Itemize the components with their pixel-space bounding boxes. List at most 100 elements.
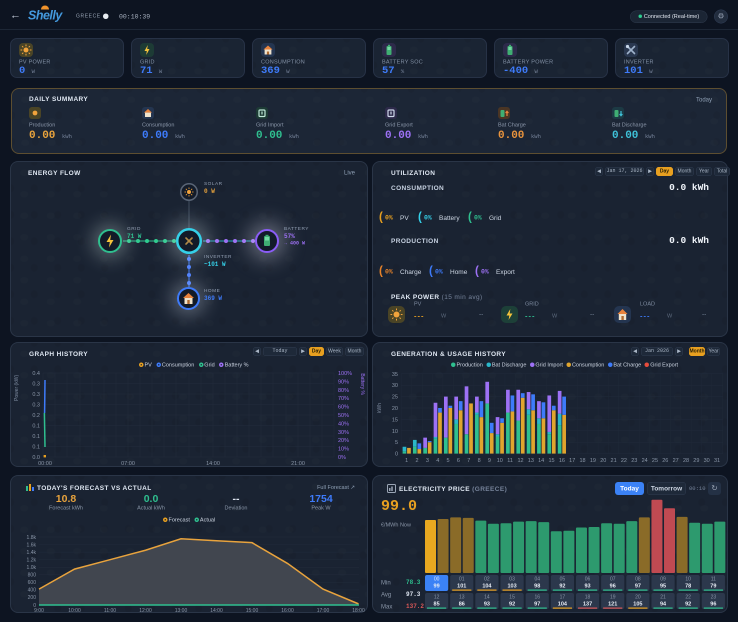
svg-text:28: 28 — [683, 458, 689, 464]
svg-text:5: 5 — [447, 458, 450, 464]
svg-text:9: 9 — [488, 458, 491, 464]
svg-text:5: 5 — [395, 440, 398, 446]
svg-text:105: 105 — [633, 602, 642, 608]
svg-text:10: 10 — [685, 577, 691, 583]
svg-text:01: 01 — [459, 577, 465, 583]
svg-text:14:00: 14:00 — [206, 461, 220, 467]
svg-text:0.3: 0.3 — [32, 392, 40, 398]
svg-text:1.6k: 1.6k — [27, 542, 37, 548]
svg-text:20: 20 — [392, 406, 398, 412]
svg-text:0.3: 0.3 — [32, 382, 40, 388]
svg-text:22: 22 — [685, 595, 691, 601]
svg-text:02: 02 — [484, 577, 490, 583]
svg-text:21: 21 — [611, 458, 617, 464]
svg-text:15: 15 — [509, 595, 515, 601]
svg-text:31: 31 — [714, 458, 720, 464]
svg-text:07:00: 07:00 — [121, 461, 135, 467]
svg-text:21: 21 — [660, 595, 666, 601]
svg-text:93: 93 — [484, 602, 490, 608]
svg-text:1.0k: 1.0k — [27, 565, 37, 571]
svg-text:6: 6 — [457, 458, 460, 464]
svg-text:29: 29 — [693, 458, 699, 464]
svg-text:19: 19 — [590, 458, 596, 464]
svg-text:600: 600 — [28, 580, 37, 586]
svg-text:94: 94 — [660, 602, 667, 608]
svg-text:16:00: 16:00 — [281, 608, 294, 614]
svg-text:26: 26 — [662, 458, 668, 464]
svg-text:12:00: 12:00 — [139, 608, 152, 614]
svg-text:14: 14 — [538, 458, 544, 464]
svg-text:4: 4 — [436, 458, 439, 464]
svg-text:21:00: 21:00 — [291, 461, 305, 467]
svg-text:17: 17 — [560, 595, 566, 601]
svg-text:40%: 40% — [338, 421, 349, 427]
svg-text:13:00: 13:00 — [175, 608, 188, 614]
svg-text:97: 97 — [635, 584, 641, 590]
svg-text:400: 400 — [28, 588, 37, 594]
svg-text:0%: 0% — [338, 455, 346, 461]
svg-text:7: 7 — [467, 458, 470, 464]
svg-text:17: 17 — [569, 458, 575, 464]
svg-text:2: 2 — [416, 458, 419, 464]
svg-text:3: 3 — [426, 458, 429, 464]
svg-text:0: 0 — [395, 452, 398, 458]
svg-text:19: 19 — [610, 595, 616, 601]
svg-text:13: 13 — [528, 458, 534, 464]
svg-text:18: 18 — [585, 595, 591, 601]
svg-text:92: 92 — [685, 602, 691, 608]
svg-text:86: 86 — [459, 602, 465, 608]
svg-text:50%: 50% — [338, 413, 349, 419]
svg-text:10: 10 — [392, 429, 398, 435]
svg-text:23: 23 — [631, 458, 637, 464]
svg-text:0.1: 0.1 — [32, 445, 40, 451]
svg-text:1.4k: 1.4k — [27, 550, 37, 556]
svg-text:30: 30 — [704, 458, 710, 464]
svg-text:22: 22 — [621, 458, 627, 464]
svg-text:92: 92 — [509, 602, 515, 608]
svg-text:101: 101 — [457, 584, 466, 590]
svg-text:20%: 20% — [338, 438, 349, 444]
svg-text:80%: 80% — [338, 388, 349, 394]
svg-text:1.8k: 1.8k — [27, 535, 37, 541]
svg-text:1: 1 — [405, 458, 408, 464]
svg-text:104: 104 — [482, 584, 492, 590]
svg-text:18: 18 — [579, 458, 585, 464]
svg-text:16: 16 — [534, 595, 540, 601]
svg-text:10%: 10% — [338, 447, 349, 453]
svg-text:00: 00 — [434, 577, 440, 583]
svg-text:12: 12 — [517, 458, 523, 464]
svg-text:11: 11 — [507, 458, 513, 464]
svg-text:96: 96 — [610, 584, 616, 590]
svg-text:15:00: 15:00 — [246, 608, 259, 614]
svg-text:98: 98 — [534, 584, 540, 590]
svg-text:99: 99 — [434, 584, 440, 590]
svg-text:12: 12 — [434, 595, 440, 601]
svg-text:23: 23 — [711, 595, 717, 601]
svg-text:35: 35 — [392, 372, 398, 378]
svg-text:0.1: 0.1 — [32, 434, 40, 440]
svg-text:09: 09 — [660, 577, 666, 583]
svg-text:0.1: 0.1 — [32, 424, 40, 430]
svg-text:70%: 70% — [338, 396, 349, 402]
svg-text:11:00: 11:00 — [104, 608, 116, 614]
svg-text:03: 03 — [509, 577, 515, 583]
svg-text:92: 92 — [559, 584, 565, 590]
svg-text:08: 08 — [635, 577, 641, 583]
svg-text:06: 06 — [585, 577, 591, 583]
svg-text:0.3: 0.3 — [32, 403, 40, 409]
svg-text:103: 103 — [507, 584, 516, 590]
svg-text:17:00: 17:00 — [317, 608, 330, 614]
svg-text:16: 16 — [559, 458, 565, 464]
svg-text:24: 24 — [642, 458, 648, 464]
svg-text:05: 05 — [560, 577, 566, 583]
svg-text:14:00: 14:00 — [210, 608, 223, 614]
svg-text:96: 96 — [710, 602, 716, 608]
svg-text:93: 93 — [584, 584, 590, 590]
svg-text:137: 137 — [583, 602, 592, 608]
svg-text:1.2k: 1.2k — [27, 557, 37, 563]
svg-text:15: 15 — [392, 417, 398, 423]
svg-text:25: 25 — [652, 458, 658, 464]
svg-text:8: 8 — [478, 458, 481, 464]
svg-text:11: 11 — [711, 577, 716, 583]
svg-text:121: 121 — [608, 602, 617, 608]
